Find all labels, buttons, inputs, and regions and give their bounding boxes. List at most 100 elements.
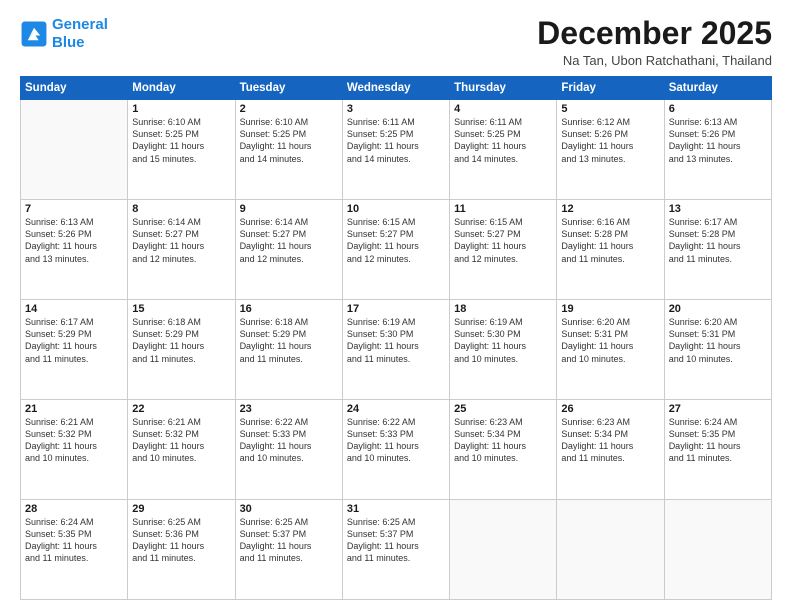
week-row-3: 14Sunrise: 6:17 AM Sunset: 5:29 PM Dayli… [21, 300, 772, 400]
day-cell: 11Sunrise: 6:15 AM Sunset: 5:27 PM Dayli… [450, 200, 557, 300]
day-info: Sunrise: 6:23 AM Sunset: 5:34 PM Dayligh… [454, 416, 552, 465]
day-cell: 8Sunrise: 6:14 AM Sunset: 5:27 PM Daylig… [128, 200, 235, 300]
day-info: Sunrise: 6:15 AM Sunset: 5:27 PM Dayligh… [347, 216, 445, 265]
day-number: 7 [25, 203, 123, 215]
day-cell: 14Sunrise: 6:17 AM Sunset: 5:29 PM Dayli… [21, 300, 128, 400]
location: Na Tan, Ubon Ratchathani, Thailand [537, 53, 772, 68]
day-cell: 2Sunrise: 6:10 AM Sunset: 5:25 PM Daylig… [235, 100, 342, 200]
day-info: Sunrise: 6:19 AM Sunset: 5:30 PM Dayligh… [347, 316, 445, 365]
logo-icon [20, 20, 48, 48]
day-cell: 3Sunrise: 6:11 AM Sunset: 5:25 PM Daylig… [342, 100, 449, 200]
header: General Blue December 2025 Na Tan, Ubon … [20, 16, 772, 68]
day-info: Sunrise: 6:17 AM Sunset: 5:29 PM Dayligh… [25, 316, 123, 365]
day-number: 12 [561, 203, 659, 215]
day-number: 24 [347, 403, 445, 415]
day-info: Sunrise: 6:19 AM Sunset: 5:30 PM Dayligh… [454, 316, 552, 365]
day-cell: 15Sunrise: 6:18 AM Sunset: 5:29 PM Dayli… [128, 300, 235, 400]
day-info: Sunrise: 6:18 AM Sunset: 5:29 PM Dayligh… [132, 316, 230, 365]
day-info: Sunrise: 6:14 AM Sunset: 5:27 PM Dayligh… [240, 216, 338, 265]
day-cell: 31Sunrise: 6:25 AM Sunset: 5:37 PM Dayli… [342, 500, 449, 600]
day-info: Sunrise: 6:20 AM Sunset: 5:31 PM Dayligh… [561, 316, 659, 365]
day-info: Sunrise: 6:22 AM Sunset: 5:33 PM Dayligh… [240, 416, 338, 465]
day-number: 6 [669, 103, 767, 115]
day-cell: 4Sunrise: 6:11 AM Sunset: 5:25 PM Daylig… [450, 100, 557, 200]
day-cell: 29Sunrise: 6:25 AM Sunset: 5:36 PM Dayli… [128, 500, 235, 600]
day-info: Sunrise: 6:12 AM Sunset: 5:26 PM Dayligh… [561, 116, 659, 165]
day-cell [21, 100, 128, 200]
page: General Blue December 2025 Na Tan, Ubon … [0, 0, 792, 612]
col-header-monday: Monday [128, 77, 235, 100]
day-info: Sunrise: 6:17 AM Sunset: 5:28 PM Dayligh… [669, 216, 767, 265]
day-number: 29 [132, 503, 230, 515]
day-cell: 26Sunrise: 6:23 AM Sunset: 5:34 PM Dayli… [557, 400, 664, 500]
day-cell: 17Sunrise: 6:19 AM Sunset: 5:30 PM Dayli… [342, 300, 449, 400]
day-info: Sunrise: 6:11 AM Sunset: 5:25 PM Dayligh… [347, 116, 445, 165]
day-number: 13 [669, 203, 767, 215]
day-info: Sunrise: 6:11 AM Sunset: 5:25 PM Dayligh… [454, 116, 552, 165]
day-info: Sunrise: 6:15 AM Sunset: 5:27 PM Dayligh… [454, 216, 552, 265]
col-header-sunday: Sunday [21, 77, 128, 100]
month-title: December 2025 [537, 16, 772, 51]
day-info: Sunrise: 6:10 AM Sunset: 5:25 PM Dayligh… [132, 116, 230, 165]
day-number: 25 [454, 403, 552, 415]
day-cell: 28Sunrise: 6:24 AM Sunset: 5:35 PM Dayli… [21, 500, 128, 600]
day-cell: 16Sunrise: 6:18 AM Sunset: 5:29 PM Dayli… [235, 300, 342, 400]
day-info: Sunrise: 6:13 AM Sunset: 5:26 PM Dayligh… [669, 116, 767, 165]
day-cell [664, 500, 771, 600]
day-cell: 19Sunrise: 6:20 AM Sunset: 5:31 PM Dayli… [557, 300, 664, 400]
day-info: Sunrise: 6:25 AM Sunset: 5:37 PM Dayligh… [347, 516, 445, 565]
logo-text: General Blue [52, 16, 108, 52]
day-number: 17 [347, 303, 445, 315]
day-info: Sunrise: 6:21 AM Sunset: 5:32 PM Dayligh… [25, 416, 123, 465]
day-cell [557, 500, 664, 600]
day-number: 15 [132, 303, 230, 315]
week-row-1: 1Sunrise: 6:10 AM Sunset: 5:25 PM Daylig… [21, 100, 772, 200]
day-cell: 7Sunrise: 6:13 AM Sunset: 5:26 PM Daylig… [21, 200, 128, 300]
day-info: Sunrise: 6:14 AM Sunset: 5:27 PM Dayligh… [132, 216, 230, 265]
day-cell: 1Sunrise: 6:10 AM Sunset: 5:25 PM Daylig… [128, 100, 235, 200]
day-cell: 10Sunrise: 6:15 AM Sunset: 5:27 PM Dayli… [342, 200, 449, 300]
day-info: Sunrise: 6:24 AM Sunset: 5:35 PM Dayligh… [25, 516, 123, 565]
day-info: Sunrise: 6:25 AM Sunset: 5:37 PM Dayligh… [240, 516, 338, 565]
day-cell: 23Sunrise: 6:22 AM Sunset: 5:33 PM Dayli… [235, 400, 342, 500]
day-number: 31 [347, 503, 445, 515]
col-header-wednesday: Wednesday [342, 77, 449, 100]
day-number: 30 [240, 503, 338, 515]
col-header-friday: Friday [557, 77, 664, 100]
day-info: Sunrise: 6:16 AM Sunset: 5:28 PM Dayligh… [561, 216, 659, 265]
day-number: 21 [25, 403, 123, 415]
day-cell: 18Sunrise: 6:19 AM Sunset: 5:30 PM Dayli… [450, 300, 557, 400]
week-row-2: 7Sunrise: 6:13 AM Sunset: 5:26 PM Daylig… [21, 200, 772, 300]
day-info: Sunrise: 6:21 AM Sunset: 5:32 PM Dayligh… [132, 416, 230, 465]
day-info: Sunrise: 6:10 AM Sunset: 5:25 PM Dayligh… [240, 116, 338, 165]
calendar-table: SundayMondayTuesdayWednesdayThursdayFrid… [20, 76, 772, 600]
col-header-tuesday: Tuesday [235, 77, 342, 100]
day-number: 19 [561, 303, 659, 315]
day-number: 11 [454, 203, 552, 215]
day-info: Sunrise: 6:20 AM Sunset: 5:31 PM Dayligh… [669, 316, 767, 365]
day-number: 2 [240, 103, 338, 115]
day-number: 27 [669, 403, 767, 415]
day-number: 8 [132, 203, 230, 215]
day-cell: 24Sunrise: 6:22 AM Sunset: 5:33 PM Dayli… [342, 400, 449, 500]
day-number: 20 [669, 303, 767, 315]
day-number: 18 [454, 303, 552, 315]
day-cell: 12Sunrise: 6:16 AM Sunset: 5:28 PM Dayli… [557, 200, 664, 300]
logo-line1: General [52, 16, 108, 33]
day-cell: 30Sunrise: 6:25 AM Sunset: 5:37 PM Dayli… [235, 500, 342, 600]
day-cell: 20Sunrise: 6:20 AM Sunset: 5:31 PM Dayli… [664, 300, 771, 400]
day-number: 22 [132, 403, 230, 415]
day-number: 14 [25, 303, 123, 315]
day-cell: 5Sunrise: 6:12 AM Sunset: 5:26 PM Daylig… [557, 100, 664, 200]
day-number: 26 [561, 403, 659, 415]
day-number: 10 [347, 203, 445, 215]
week-row-4: 21Sunrise: 6:21 AM Sunset: 5:32 PM Dayli… [21, 400, 772, 500]
calendar-header-row: SundayMondayTuesdayWednesdayThursdayFrid… [21, 77, 772, 100]
day-cell: 6Sunrise: 6:13 AM Sunset: 5:26 PM Daylig… [664, 100, 771, 200]
week-row-5: 28Sunrise: 6:24 AM Sunset: 5:35 PM Dayli… [21, 500, 772, 600]
day-info: Sunrise: 6:22 AM Sunset: 5:33 PM Dayligh… [347, 416, 445, 465]
day-number: 9 [240, 203, 338, 215]
day-number: 16 [240, 303, 338, 315]
day-cell: 13Sunrise: 6:17 AM Sunset: 5:28 PM Dayli… [664, 200, 771, 300]
day-cell: 25Sunrise: 6:23 AM Sunset: 5:34 PM Dayli… [450, 400, 557, 500]
